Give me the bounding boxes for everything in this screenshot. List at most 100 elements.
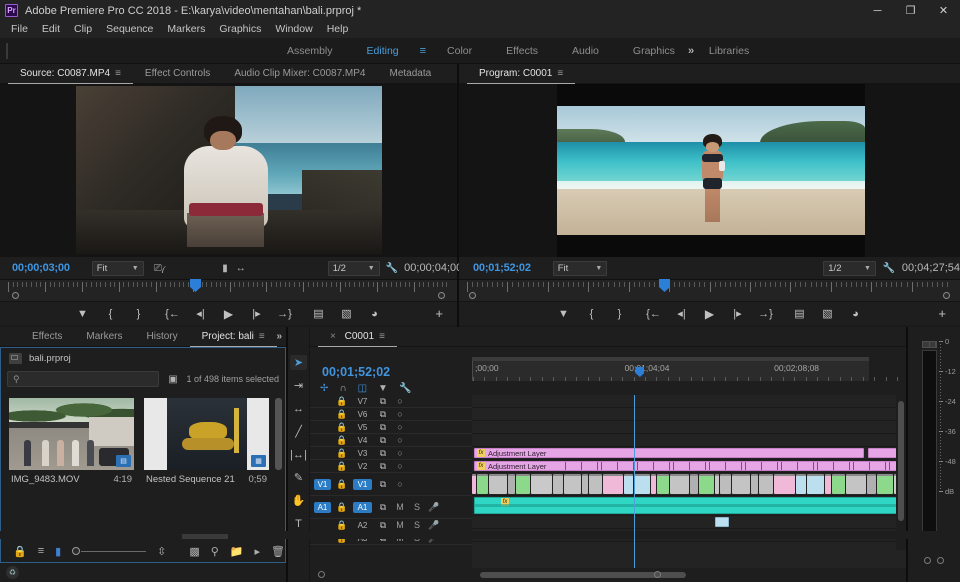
timeline-current-timecode[interactable]: 00;01;52;02 [322, 365, 390, 379]
sort-icon[interactable]: ⇳ [157, 545, 166, 558]
timeline-horizontal-scrollbar[interactable] [310, 568, 906, 582]
tab-audio-clip-mixer[interactable]: Audio Clip Mixer: C0087.MP4 [222, 64, 377, 84]
play-icon[interactable]: ▶ [703, 307, 717, 321]
workspace-menu-icon[interactable]: ≡ [416, 45, 430, 57]
workspace-tab-color[interactable]: Color [430, 45, 489, 57]
timeline-clip-video[interactable] [759, 474, 773, 494]
track-lane-a2[interactable] [472, 516, 906, 529]
pen-tool-icon[interactable]: ✎ [290, 470, 307, 485]
timeline-clip-video[interactable] [670, 474, 689, 494]
timeline-clip-video[interactable] [472, 474, 476, 494]
play-icon[interactable]: ▶ [222, 307, 236, 321]
track-lock-icon[interactable]: 🔒 [336, 409, 348, 420]
menu-edit[interactable]: Edit [35, 21, 67, 38]
mic-icon[interactable]: 🎤 [428, 502, 440, 513]
sync-lock-icon[interactable]: ⧉ [377, 422, 389, 433]
timeline-clip-video[interactable] [603, 474, 623, 494]
track-name-v1[interactable]: V1 [353, 478, 372, 490]
tab-program[interactable]: Program: C0001 ≡ [467, 64, 576, 84]
timeline-settings-icon[interactable]: 🔧 [399, 383, 411, 394]
timeline-clip-video[interactable] [832, 474, 845, 494]
timeline-clip-video[interactable] [477, 474, 488, 494]
mark-in-icon[interactable]: { [104, 307, 118, 321]
sync-lock-icon[interactable]: ⧉ [377, 448, 389, 459]
program-current-timecode[interactable]: 00;01;52;02 [473, 262, 531, 274]
track-lane-v5[interactable] [472, 421, 906, 434]
timeline-clip-video[interactable] [516, 474, 530, 494]
search-input[interactable]: ⚲ [7, 371, 160, 387]
track-output-eye-icon[interactable]: ○ [394, 448, 406, 458]
track-lock-icon[interactable]: 🔒 [336, 422, 348, 433]
mark-in-icon[interactable]: { [585, 307, 599, 321]
audio-meter-clip-indicators[interactable] [922, 341, 937, 348]
timeline-clip-video[interactable] [846, 474, 866, 494]
filter-bin-icon[interactable]: ▣ [165, 372, 180, 387]
tab-sequence-c0001[interactable]: C0001 ≡ [318, 327, 397, 347]
sync-lock-icon[interactable]: ⧉ [377, 520, 389, 531]
workspace-tab-libraries[interactable]: Libraries [692, 45, 766, 57]
magnet-icon[interactable]: ∩ [339, 383, 346, 394]
add-marker-icon[interactable]: ▼ [378, 383, 388, 394]
go-to-out-icon[interactable]: →} [277, 307, 292, 321]
track-name-v7[interactable]: V7 [353, 396, 372, 407]
track-name-v4[interactable]: V4 [353, 435, 372, 446]
track-output-eye-icon[interactable]: ○ [394, 409, 406, 419]
menu-help[interactable]: Help [320, 21, 356, 38]
timeline-zoom-in-handle[interactable] [654, 571, 661, 578]
timeline-clip-video[interactable] [796, 474, 806, 494]
freeform-view-icon[interactable]: ▩ [189, 545, 199, 558]
track-name-a2[interactable]: A2 [353, 520, 372, 531]
timeline-clip-video[interactable] [715, 474, 719, 494]
list-item[interactable]: ▤ IMG_9483.MOV 4:19 [9, 398, 134, 540]
timeline-clip-video[interactable] [634, 474, 650, 494]
track-name-v5[interactable]: V5 [353, 422, 372, 433]
tab-source[interactable]: Source: C0087.MP4 ≡ [8, 64, 133, 84]
program-in-point-handle[interactable] [469, 292, 476, 299]
program-button-editor[interactable]: + [938, 306, 946, 321]
workspace-tab-graphics[interactable]: Graphics [616, 45, 692, 57]
maximize-button[interactable]: ❐ [894, 0, 927, 21]
project-item-thumbnail[interactable]: ▦ [144, 398, 269, 470]
track-name-v2[interactable]: V2 [353, 461, 372, 472]
timeline-clip-video[interactable] [732, 474, 750, 494]
track-header-a1[interactable]: A1 🔒 A1 ⧉ M S 🎤 [310, 496, 472, 519]
track-lane-v1[interactable] [472, 473, 906, 496]
timeline-clip-adjustment-layer[interactable]: fx Adjustment Layer [474, 448, 864, 458]
track-target-v2[interactable] [314, 461, 331, 472]
timeline-clip-video[interactable] [657, 474, 669, 494]
timeline-vertical-scrollbar[interactable] [896, 395, 906, 550]
timeline-clip-video[interactable] [720, 474, 731, 494]
sync-lock-icon[interactable]: ⧉ [377, 435, 389, 446]
wrench-icon[interactable]: 🔧 [386, 261, 398, 276]
timeline-clip-video[interactable] [690, 474, 698, 494]
program-fit-dropdown[interactable]: Fit ▼ [552, 260, 608, 276]
track-lock-icon[interactable]: 🔒 [336, 502, 348, 513]
timeline-clip-video[interactable] [589, 474, 602, 494]
razor-tool-icon[interactable]: ╱ [290, 424, 307, 439]
hand-tool-icon[interactable]: ✋ [290, 493, 307, 508]
clip-indicator-right[interactable] [930, 342, 936, 347]
track-target-v1[interactable]: V1 [314, 478, 331, 490]
timeline-clip-video[interactable] [531, 474, 552, 494]
menu-clip[interactable]: Clip [67, 21, 99, 38]
timeline-clip-video[interactable] [624, 474, 633, 494]
mark-out-icon[interactable]: } [132, 307, 146, 321]
track-target-v3[interactable] [314, 448, 331, 459]
track-solo-button[interactable]: S [411, 520, 423, 530]
track-name-v6[interactable]: V6 [353, 409, 372, 420]
track-lane-v2[interactable]: fx Adjustment Layer [472, 460, 906, 473]
audio-meter[interactable] [922, 341, 937, 544]
program-video-view[interactable] [459, 84, 960, 257]
project-tabs-overflow-icon[interactable]: » [276, 331, 282, 342]
timeline-clip-video[interactable] [582, 474, 588, 494]
track-solo-button[interactable]: S [411, 502, 423, 512]
source-out-point-handle[interactable] [438, 292, 445, 299]
menu-graphics[interactable]: Graphics [212, 21, 268, 38]
find-icon[interactable]: ⚲ [211, 545, 219, 558]
track-target-a2[interactable] [314, 520, 331, 531]
track-header-v5[interactable]: 🔒 V5 ⧉ ○ [310, 421, 472, 434]
workspace-tab-effects[interactable]: Effects [489, 45, 555, 57]
type-tool-icon[interactable]: T [290, 516, 307, 531]
select-zoom-level-icon[interactable]: ⎚⎛ [154, 261, 166, 276]
timeline-clip-audio[interactable] [715, 517, 729, 527]
